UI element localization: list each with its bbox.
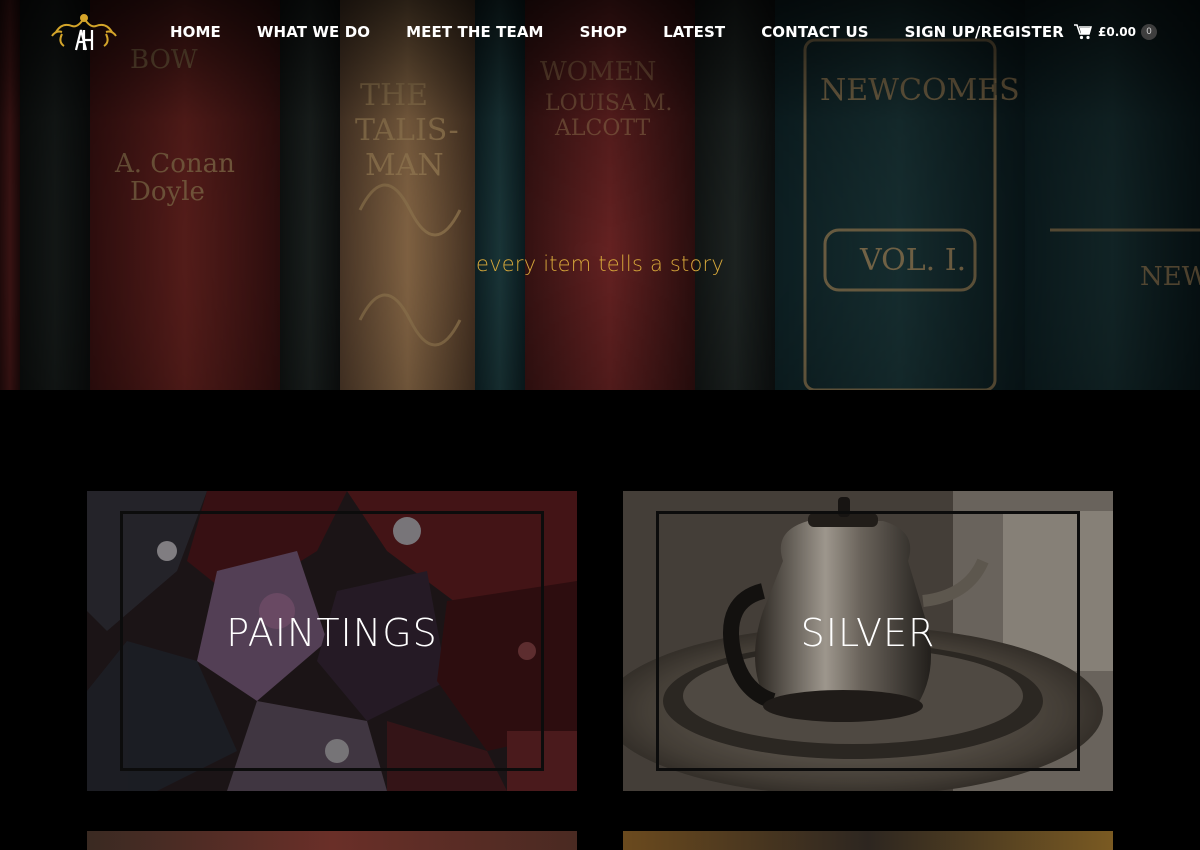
nav-shop[interactable]: SHOP <box>562 23 646 41</box>
nav-meet-the-team[interactable]: MEET THE TEAM <box>388 23 561 41</box>
cart-total: £0.00 <box>1098 25 1136 39</box>
ornate-crown-monogram-icon <box>51 14 117 51</box>
nav-home[interactable]: HOME <box>152 23 239 41</box>
category-label: PAINTINGS <box>226 611 438 655</box>
cart-count-badge: 0 <box>1140 24 1157 40</box>
nav-sign-up-register[interactable]: SIGN UP/REGISTER <box>887 23 1082 41</box>
category-tile-next-right[interactable] <box>623 831 1113 850</box>
category-tile-next-left[interactable] <box>87 831 577 850</box>
nav-what-we-do[interactable]: WHAT WE DO <box>239 23 388 41</box>
cart-button[interactable]: £0.00 0 <box>1074 22 1157 42</box>
nav-latest[interactable]: LATEST <box>645 23 743 41</box>
category-tile-paintings[interactable]: PAINTINGS <box>87 491 577 791</box>
shopping-cart-icon <box>1074 24 1092 40</box>
main-nav: HOME WHAT WE DO MEET THE TEAM SHOP LATES… <box>152 0 1082 64</box>
nav-contact-us[interactable]: CONTACT US <box>743 23 886 41</box>
site-logo[interactable] <box>48 10 120 56</box>
category-label: SILVER <box>800 611 936 655</box>
hero-tagline: every item tells a story <box>476 252 724 276</box>
category-tile-silver[interactable]: SILVER <box>623 491 1113 791</box>
site-header: HOME WHAT WE DO MEET THE TEAM SHOP LATES… <box>0 0 1200 64</box>
